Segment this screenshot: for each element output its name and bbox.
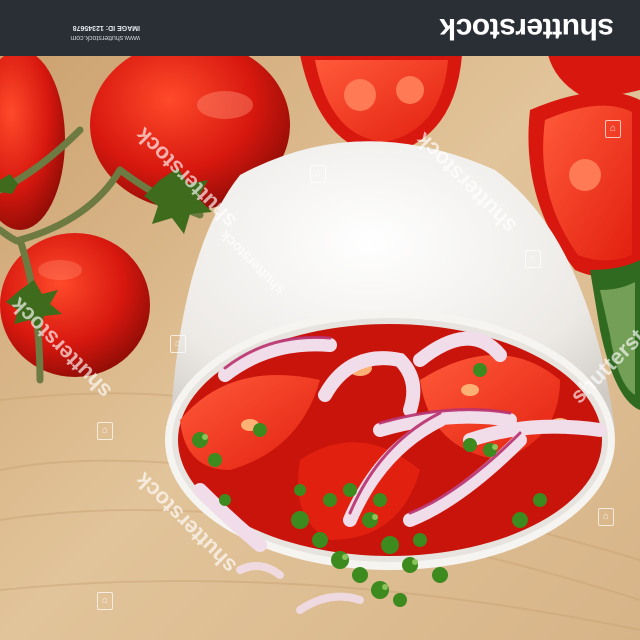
photo-stage: shutterstock shutterstock shutterstock s… [0,0,640,640]
stock-banner: shutterstock www.shutterstock.com IMAGE … [0,0,640,56]
watermark-badge-icon: ⌂ [170,335,186,353]
watermark-badge-icon: ⌂ [605,120,621,138]
watermark-badge-icon: ⌂ [525,250,541,268]
watermark-badge-icon: ⌂ [97,422,113,440]
watermark-badge-icon: ⌂ [310,165,326,183]
watermark-badge-icon: ⌂ [97,592,113,610]
watermark-badge-icon: ⌂ [598,508,614,526]
banner-info: www.shutterstock.com IMAGE ID: 12345678 [20,22,140,42]
banner-info-line1: www.shutterstock.com [70,34,140,41]
stock-logo: shutterstock [439,12,614,45]
salad-photo [0,0,640,640]
banner-info-line2: IMAGE ID: 12345678 [72,24,140,31]
